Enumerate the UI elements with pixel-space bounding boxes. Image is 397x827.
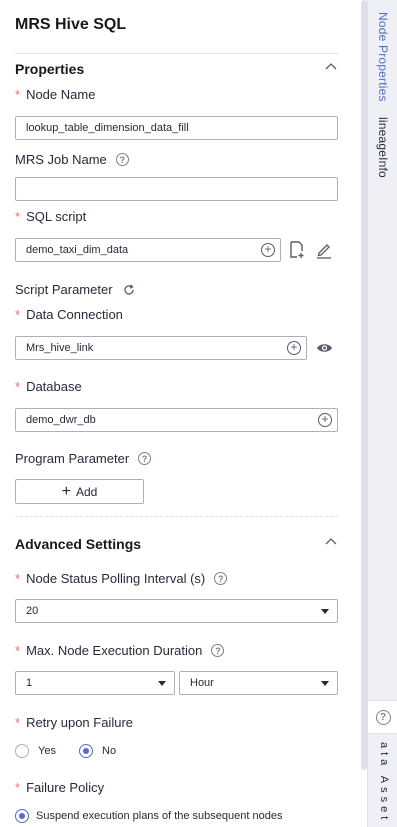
- sql-script-label: * SQL script: [15, 209, 87, 224]
- required-asterisk: *: [15, 307, 21, 322]
- dropdown-caret-icon: [321, 681, 329, 686]
- node-name-input[interactable]: lookup_table_dimension_data_fill: [15, 116, 338, 140]
- required-asterisk: *: [15, 379, 21, 394]
- retry-label: * Retry upon Failure: [15, 715, 134, 730]
- mrs-job-name-label: MRS Job Name ?: [15, 152, 129, 167]
- node-name-label: * Node Name: [15, 87, 96, 102]
- failure-policy-suspend-radio[interactable]: Suspend execution plans of the subsequen…: [15, 809, 282, 823]
- mrs-job-name-input[interactable]: [15, 177, 338, 201]
- add-circle-icon[interactable]: +: [261, 243, 275, 257]
- add-circle-icon[interactable]: +: [318, 413, 332, 427]
- tab-lineage-info[interactable]: lineageInfo: [376, 117, 390, 178]
- edit-pencil-icon[interactable]: [316, 241, 332, 259]
- help-icon[interactable]: ?: [211, 644, 225, 657]
- failure-policy-label: * Failure Policy: [15, 780, 105, 795]
- database-label: * Database: [15, 379, 82, 394]
- radio-circle[interactable]: [15, 744, 29, 758]
- rail-help-button[interactable]: ?: [368, 700, 397, 734]
- data-connection-select[interactable]: Mrs_hive_link +: [15, 336, 307, 360]
- refresh-icon[interactable]: [123, 283, 135, 296]
- collapse-properties-icon[interactable]: [325, 62, 337, 70]
- radio-circle-selected[interactable]: [15, 809, 29, 823]
- required-asterisk: *: [15, 643, 21, 658]
- required-asterisk: *: [15, 209, 21, 224]
- new-script-icon[interactable]: [289, 241, 305, 259]
- node-properties-panel: MRS Hive SQL Properties * Node Name look…: [0, 0, 356, 827]
- database-select[interactable]: demo_dwr_db +: [15, 408, 338, 432]
- max-duration-label: * Max. Node Execution Duration ?: [15, 643, 225, 658]
- help-icon[interactable]: ?: [115, 153, 129, 166]
- data-connection-label: * Data Connection: [15, 307, 123, 322]
- max-duration-value-select[interactable]: 1: [15, 671, 175, 695]
- view-eye-icon[interactable]: [316, 342, 333, 354]
- dropdown-caret-icon: [321, 609, 329, 614]
- panel-title: MRS Hive SQL: [15, 16, 127, 33]
- add-parameter-button[interactable]: + Add: [15, 479, 144, 504]
- tab-node-properties[interactable]: Node Properties: [376, 12, 390, 102]
- retry-no-radio[interactable]: No: [79, 744, 116, 758]
- polling-interval-label: * Node Status Polling Interval (s) ?: [15, 571, 228, 586]
- program-parameter-label: Program Parameter ?: [15, 451, 152, 466]
- radio-circle-selected[interactable]: [79, 744, 93, 758]
- polling-interval-select[interactable]: 20: [15, 599, 338, 623]
- collapse-advanced-icon[interactable]: [325, 537, 337, 545]
- max-duration-unit-select[interactable]: Hour: [179, 671, 338, 695]
- right-tab-rail: Node Properties lineageInfo ? ata Asset: [367, 0, 397, 827]
- help-icon[interactable]: ?: [138, 452, 152, 465]
- sql-script-select[interactable]: demo_taxi_dim_data +: [15, 238, 281, 262]
- section-divider: [15, 516, 338, 517]
- add-circle-icon[interactable]: +: [287, 341, 301, 355]
- help-icon[interactable]: ?: [214, 572, 228, 585]
- tab-data-asset[interactable]: ata Asset: [378, 742, 390, 823]
- required-asterisk: *: [15, 87, 21, 102]
- retry-yes-radio[interactable]: Yes: [15, 744, 56, 758]
- plus-icon: +: [61, 482, 71, 500]
- properties-heading: Properties: [15, 61, 85, 77]
- required-asterisk: *: [15, 715, 21, 730]
- dropdown-caret-icon: [158, 681, 166, 686]
- advanced-settings-heading: Advanced Settings: [15, 536, 142, 552]
- script-parameter-label: Script Parameter: [15, 282, 135, 297]
- required-asterisk: *: [15, 571, 21, 586]
- title-divider: [15, 53, 338, 54]
- help-icon: ?: [375, 709, 391, 725]
- required-asterisk: *: [15, 780, 21, 795]
